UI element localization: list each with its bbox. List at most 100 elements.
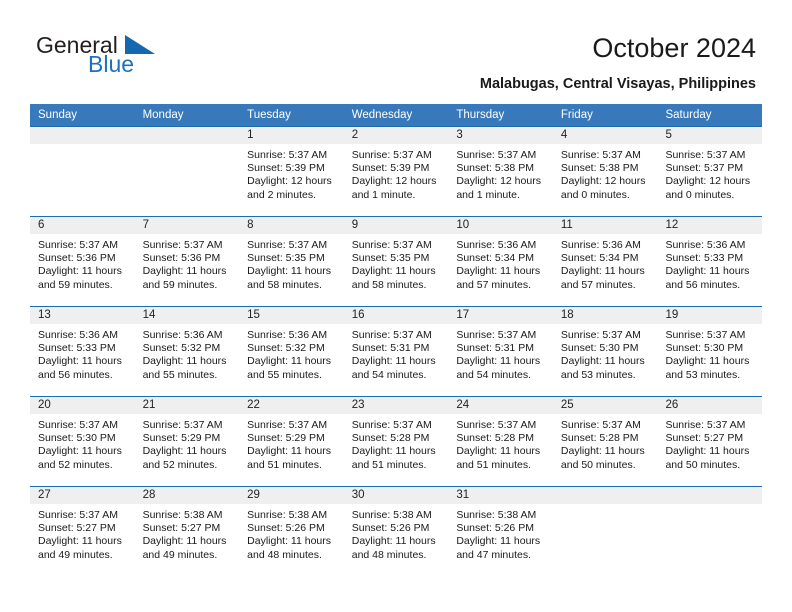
sunrise-text: Sunrise: 5:37 AM — [142, 419, 223, 431]
day-number-band: 25 — [552, 397, 658, 414]
day-cell[interactable]: 24 Sunrise: 5:37 AM Sunset: 5:28 PM Dayl… — [448, 397, 553, 486]
day-number-band: 17 — [448, 307, 553, 324]
day-cell[interactable]: 15 Sunrise: 5:36 AM Sunset: 5:32 PM Dayl… — [239, 307, 344, 396]
day-number-band: 30 — [343, 487, 449, 504]
day-number-band: 20 — [30, 397, 135, 414]
sunrise-text: Sunrise: 5:36 AM — [247, 329, 328, 341]
general-blue-logo[interactable]: General Blue — [36, 34, 216, 84]
daylight-text-line2: and 50 minutes. — [665, 458, 741, 471]
day-cell[interactable]: 14 Sunrise: 5:36 AM Sunset: 5:32 PM Dayl… — [134, 307, 240, 396]
day-cell[interactable]: 26 Sunrise: 5:37 AM Sunset: 5:27 PM Dayl… — [657, 397, 763, 486]
day-cell[interactable]: 7 Sunrise: 5:37 AM Sunset: 5:36 PM Dayli… — [134, 217, 240, 306]
day-number-band: 15 — [239, 307, 344, 324]
page-header: General Blue October 2024 Malabugas, Cen… — [0, 0, 792, 104]
daylight-text-line1: Daylight: 11 hours — [351, 445, 436, 458]
daylight-text-line1: Daylight: 11 hours — [456, 535, 541, 548]
day-cell[interactable]: 19 Sunrise: 5:37 AM Sunset: 5:30 PM Dayl… — [657, 307, 763, 396]
daylight-text-line2: and 51 minutes. — [351, 458, 427, 471]
day-number: 29 — [247, 489, 260, 501]
day-number-band: 4 — [552, 127, 658, 144]
day-cell[interactable]: 12 Sunrise: 5:36 AM Sunset: 5:33 PM Dayl… — [657, 217, 763, 306]
sunrise-text: Sunrise: 5:37 AM — [456, 419, 537, 431]
day-cell[interactable]: 11 Sunrise: 5:36 AM Sunset: 5:34 PM Dayl… — [552, 217, 658, 306]
day-cell[interactable]: 17 Sunrise: 5:37 AM Sunset: 5:31 PM Dayl… — [448, 307, 553, 396]
day-cell[interactable] — [134, 127, 240, 216]
day-cell[interactable]: 10 Sunrise: 5:36 AM Sunset: 5:34 PM Dayl… — [448, 217, 553, 306]
day-cell[interactable]: 21 Sunrise: 5:37 AM Sunset: 5:29 PM Dayl… — [134, 397, 240, 486]
daylight-text-line2: and 58 minutes. — [247, 278, 322, 291]
daylight-text-line1: Daylight: 11 hours — [142, 535, 227, 548]
day-cell[interactable]: 28 Sunrise: 5:38 AM Sunset: 5:27 PM Dayl… — [134, 487, 240, 576]
day-number-band: 7 — [134, 217, 240, 234]
sunrise-text: Sunrise: 5:37 AM — [560, 419, 641, 431]
weekday-sunday: Sunday — [38, 109, 78, 121]
sunset-text: Sunset: 5:33 PM — [665, 252, 744, 265]
weekday-saturday: Saturday — [665, 109, 712, 121]
day-cell[interactable]: 5 Sunrise: 5:37 AM Sunset: 5:37 PM Dayli… — [657, 127, 763, 216]
sunrise-text: Sunrise: 5:37 AM — [560, 149, 641, 161]
day-cell[interactable]: 31 Sunrise: 5:38 AM Sunset: 5:26 PM Dayl… — [448, 487, 553, 576]
day-cell[interactable]: 1 Sunrise: 5:37 AM Sunset: 5:39 PM Dayli… — [239, 127, 344, 216]
day-details: Sunrise: 5:37 AM Sunset: 5:28 PM Dayligh… — [344, 414, 449, 472]
day-cell[interactable]: 18 Sunrise: 5:37 AM Sunset: 5:30 PM Dayl… — [552, 307, 658, 396]
sunrise-text: Sunrise: 5:38 AM — [456, 509, 537, 521]
logo-text-blue: Blue — [88, 51, 135, 77]
daylight-text-line1: Daylight: 11 hours — [38, 445, 122, 458]
day-number: 31 — [456, 489, 470, 501]
day-cell[interactable]: 23 Sunrise: 5:37 AM Sunset: 5:28 PM Dayl… — [343, 397, 449, 486]
day-cell[interactable]: 4 Sunrise: 5:37 AM Sunset: 5:38 PM Dayli… — [552, 127, 658, 216]
day-cell[interactable]: 20 Sunrise: 5:37 AM Sunset: 5:30 PM Dayl… — [30, 397, 135, 486]
day-number: 20 — [38, 399, 51, 411]
day-cell[interactable] — [657, 487, 763, 576]
day-number: 2 — [351, 129, 359, 141]
sunrise-text: Sunrise: 5:37 AM — [38, 419, 118, 431]
day-cell[interactable]: 9 Sunrise: 5:37 AM Sunset: 5:35 PM Dayli… — [343, 217, 449, 306]
day-number-band: 6 — [30, 217, 135, 234]
day-details: Sunrise: 5:37 AM Sunset: 5:36 PM Dayligh… — [30, 234, 135, 292]
day-cell[interactable]: 8 Sunrise: 5:37 AM Sunset: 5:35 PM Dayli… — [239, 217, 344, 306]
sunrise-text: Sunrise: 5:36 AM — [560, 239, 641, 251]
day-cell[interactable]: 2 Sunrise: 5:37 AM Sunset: 5:39 PM Dayli… — [343, 127, 449, 216]
daylight-text-line2: and 54 minutes. — [456, 368, 532, 381]
sunset-text: Sunset: 5:39 PM — [351, 162, 430, 175]
sunset-text: Sunset: 5:34 PM — [560, 252, 639, 265]
weekday-friday: Friday — [560, 109, 593, 121]
sunrise-text: Sunrise: 5:36 AM — [38, 329, 118, 341]
day-cell[interactable]: 27 Sunrise: 5:37 AM Sunset: 5:27 PM Dayl… — [30, 487, 135, 576]
day-details: Sunrise: 5:36 AM Sunset: 5:33 PM Dayligh… — [30, 324, 135, 382]
day-cell[interactable]: 3 Sunrise: 5:37 AM Sunset: 5:38 PM Dayli… — [448, 127, 553, 216]
daylight-text-line1: Daylight: 11 hours — [665, 265, 750, 278]
sunset-text: Sunset: 5:28 PM — [560, 432, 639, 445]
sunset-text: Sunset: 5:31 PM — [456, 342, 534, 355]
day-number: 23 — [351, 399, 365, 411]
day-details — [30, 144, 135, 149]
day-number: 13 — [38, 309, 51, 321]
day-cell[interactable]: 6 Sunrise: 5:37 AM Sunset: 5:36 PM Dayli… — [30, 217, 135, 306]
day-cell[interactable]: 29 Sunrise: 5:38 AM Sunset: 5:26 PM Dayl… — [239, 487, 344, 576]
day-details: Sunrise: 5:36 AM Sunset: 5:32 PM Dayligh… — [135, 324, 240, 382]
day-number-band: 14 — [134, 307, 240, 324]
calendar-week-row: 20 Sunrise: 5:37 AM Sunset: 5:30 PM Dayl… — [30, 396, 763, 486]
day-cell[interactable]: 22 Sunrise: 5:37 AM Sunset: 5:29 PM Dayl… — [239, 397, 344, 486]
daylight-text-line1: Daylight: 12 hours — [560, 175, 646, 188]
day-cell[interactable]: 13 Sunrise: 5:36 AM Sunset: 5:33 PM Dayl… — [30, 307, 135, 396]
day-cell[interactable]: 16 Sunrise: 5:37 AM Sunset: 5:31 PM Dayl… — [343, 307, 449, 396]
daylight-text-line1: Daylight: 12 hours — [665, 175, 751, 188]
day-cell[interactable] — [30, 127, 135, 216]
day-number: 14 — [142, 309, 156, 321]
daylight-text-line1: Daylight: 11 hours — [351, 535, 436, 548]
daylight-text-line2: and 48 minutes. — [247, 548, 322, 561]
day-details — [657, 504, 762, 509]
daylight-text-line2: and 56 minutes. — [665, 278, 741, 291]
daylight-text-line1: Daylight: 11 hours — [560, 445, 645, 458]
weekday-tuesday: Tuesday — [247, 109, 291, 121]
daylight-text-line2: and 58 minutes. — [351, 278, 427, 291]
day-number: 27 — [38, 489, 51, 501]
sunrise-text: Sunrise: 5:36 AM — [665, 239, 746, 251]
day-number: 5 — [665, 129, 672, 141]
day-cell[interactable] — [552, 487, 658, 576]
day-cell[interactable]: 25 Sunrise: 5:37 AM Sunset: 5:28 PM Dayl… — [552, 397, 658, 486]
sunrise-text: Sunrise: 5:37 AM — [247, 239, 328, 251]
sunrise-text: Sunrise: 5:37 AM — [351, 149, 432, 161]
day-cell[interactable]: 30 Sunrise: 5:38 AM Sunset: 5:26 PM Dayl… — [343, 487, 449, 576]
